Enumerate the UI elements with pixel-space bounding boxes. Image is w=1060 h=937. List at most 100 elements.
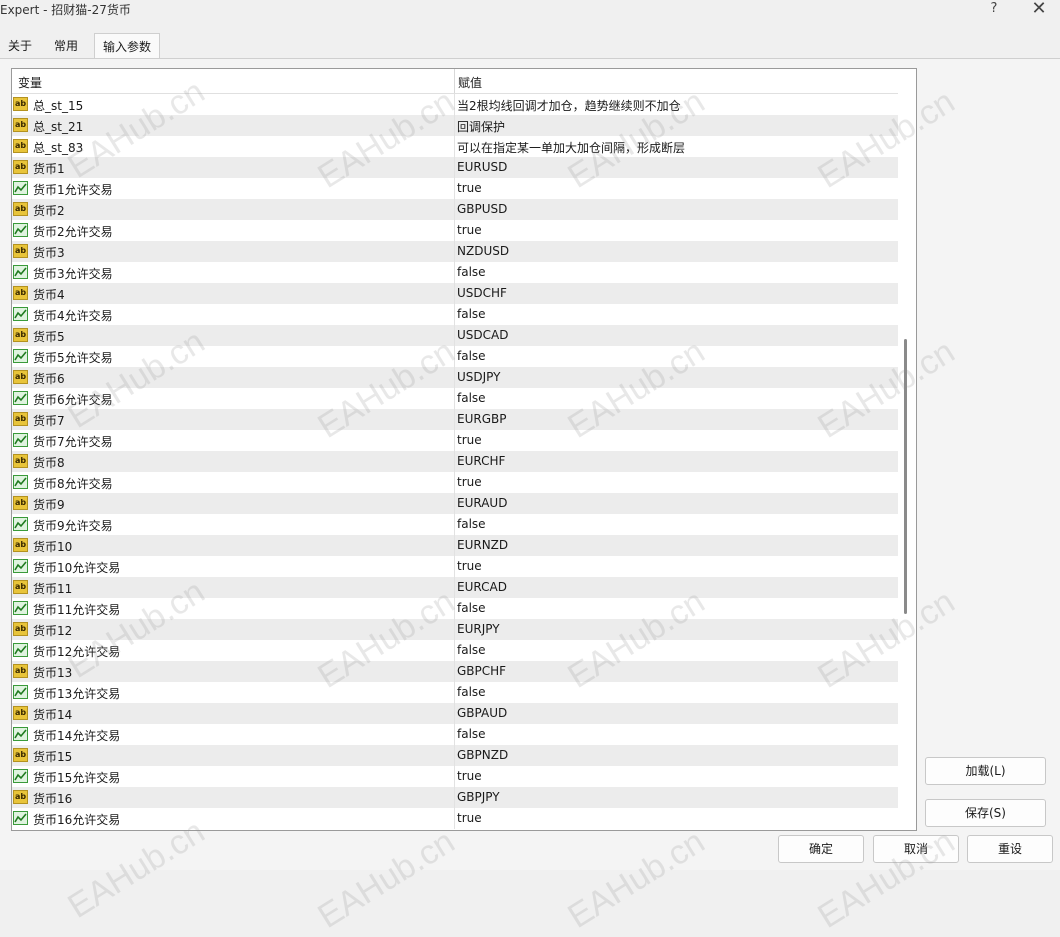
table-row[interactable]: ab 货币5 USDCAD	[12, 325, 898, 346]
ok-button[interactable]: 确定	[778, 835, 864, 863]
close-button[interactable]: ✕	[1025, 0, 1053, 20]
value-cell[interactable]: true	[457, 433, 482, 447]
table-row[interactable]: 货币6允许交易 false	[12, 388, 898, 409]
column-divider[interactable]	[454, 69, 455, 93]
tab-common[interactable]: 常用	[46, 33, 86, 58]
cell-divider	[454, 94, 455, 115]
table-row[interactable]: ab 货币11 EURCAD	[12, 577, 898, 598]
value-cell[interactable]: 可以在指定某一单加大加仓间隔，形成断层	[457, 139, 685, 156]
table-row[interactable]: 货币11允许交易 false	[12, 598, 898, 619]
column-header-value[interactable]: 赋值	[458, 74, 482, 91]
table-row[interactable]: ab 货币4 USDCHF	[12, 283, 898, 304]
ab-string-icon: ab	[13, 664, 28, 678]
table-row[interactable]: 货币9允许交易 false	[12, 514, 898, 535]
cell-divider	[454, 220, 455, 241]
table-row[interactable]: 货币10允许交易 true	[12, 556, 898, 577]
value-cell[interactable]: true	[457, 181, 482, 195]
table-row[interactable]: ab 总_st_15 当2根均线回调才加仓，趋势继续则不加仓	[12, 94, 898, 115]
table-row[interactable]: ab 货币10 EURNZD	[12, 535, 898, 556]
table-row[interactable]: ab 总_st_21 回调保护	[12, 115, 898, 136]
value-cell[interactable]: false	[457, 685, 486, 699]
table-row[interactable]: ab 货币6 USDJPY	[12, 367, 898, 388]
value-cell[interactable]: USDJPY	[457, 370, 500, 384]
scroll-thumb[interactable]	[904, 339, 907, 614]
value-cell[interactable]: true	[457, 223, 482, 237]
table-row[interactable]: 货币14允许交易 false	[12, 724, 898, 745]
help-button[interactable]: ?	[980, 0, 1008, 20]
table-row[interactable]: 货币12允许交易 false	[12, 640, 898, 661]
table-row[interactable]: 货币8允许交易 true	[12, 472, 898, 493]
cell-divider	[454, 178, 455, 199]
value-cell[interactable]: 当2根均线回调才加仓，趋势继续则不加仓	[457, 97, 681, 114]
table-row[interactable]: 货币16允许交易 true	[12, 808, 898, 829]
table-row[interactable]: ab 货币14 GBPAUD	[12, 703, 898, 724]
value-cell[interactable]: GBPNZD	[457, 748, 508, 762]
variable-name: 货币2	[33, 204, 65, 218]
cell-divider	[454, 577, 455, 598]
variable-name: 货币1	[33, 162, 65, 176]
table-row[interactable]: 货币15允许交易 true	[12, 766, 898, 787]
table-row[interactable]: ab 货币12 EURJPY	[12, 619, 898, 640]
table-row[interactable]: ab 总_st_83 可以在指定某一单加大加仓间隔，形成断层	[12, 136, 898, 157]
value-cell[interactable]: true	[457, 475, 482, 489]
tab-about[interactable]: 关于	[0, 33, 40, 58]
value-cell[interactable]: false	[457, 307, 486, 321]
value-cell[interactable]: GBPAUD	[457, 706, 507, 720]
table-row[interactable]: ab 货币16 GBPJPY	[12, 787, 898, 808]
variable-name: 货币15	[33, 750, 73, 764]
value-cell[interactable]: USDCAD	[457, 328, 508, 342]
table-row[interactable]: ab 货币9 EURAUD	[12, 493, 898, 514]
value-cell[interactable]: false	[457, 643, 486, 657]
value-cell[interactable]: false	[457, 727, 486, 741]
table-row[interactable]: ab 货币1 EURUSD	[12, 157, 898, 178]
value-cell[interactable]: true	[457, 769, 482, 783]
value-cell[interactable]: EURUSD	[457, 160, 507, 174]
value-cell[interactable]: EURNZD	[457, 538, 508, 552]
cell-divider	[454, 388, 455, 409]
table-row[interactable]: ab 货币2 GBPUSD	[12, 199, 898, 220]
value-cell[interactable]: false	[457, 265, 486, 279]
reset-button[interactable]: 重设	[967, 835, 1053, 863]
vertical-scrollbar[interactable]	[898, 69, 915, 830]
table-row[interactable]: ab 货币8 EURCHF	[12, 451, 898, 472]
table-row[interactable]: 货币2允许交易 true	[12, 220, 898, 241]
tab-inputs[interactable]: 输入参数	[94, 33, 161, 59]
cell-divider	[454, 199, 455, 220]
table-row[interactable]: 货币7允许交易 true	[12, 430, 898, 451]
table-row[interactable]: ab 货币3 NZDUSD	[12, 241, 898, 262]
value-cell[interactable]: NZDUSD	[457, 244, 509, 258]
value-cell[interactable]: EURCAD	[457, 580, 507, 594]
value-cell[interactable]: true	[457, 811, 482, 825]
value-cell[interactable]: GBPCHF	[457, 664, 506, 678]
table-row[interactable]: 货币5允许交易 false	[12, 346, 898, 367]
table-row[interactable]: 货币13允许交易 false	[12, 682, 898, 703]
value-cell[interactable]: EURGBP	[457, 412, 506, 426]
variable-name: 总_st_83	[33, 141, 84, 155]
table-row[interactable]: ab 货币13 GBPCHF	[12, 661, 898, 682]
value-cell[interactable]: GBPJPY	[457, 790, 500, 804]
value-cell[interactable]: 回调保护	[457, 118, 505, 135]
value-cell[interactable]: false	[457, 517, 486, 531]
value-cell[interactable]: false	[457, 349, 486, 363]
value-cell[interactable]: EURJPY	[457, 622, 500, 636]
value-cell[interactable]: USDCHF	[457, 286, 507, 300]
value-cell[interactable]: true	[457, 559, 482, 573]
column-header-variable[interactable]: 变量	[18, 74, 42, 91]
load-button[interactable]: 加载(L)	[925, 757, 1046, 785]
bool-chart-icon	[13, 265, 28, 279]
bool-chart-icon	[13, 769, 28, 783]
cell-divider	[454, 346, 455, 367]
table-row[interactable]: ab 货币15 GBPNZD	[12, 745, 898, 766]
save-button[interactable]: 保存(S)	[925, 799, 1046, 827]
value-cell[interactable]: false	[457, 391, 486, 405]
value-cell[interactable]: EURCHF	[457, 454, 505, 468]
cell-divider	[454, 304, 455, 325]
cancel-button[interactable]: 取消	[873, 835, 959, 863]
table-row[interactable]: 货币1允许交易 true	[12, 178, 898, 199]
table-row[interactable]: 货币4允许交易 false	[12, 304, 898, 325]
value-cell[interactable]: EURAUD	[457, 496, 507, 510]
table-row[interactable]: ab 货币7 EURGBP	[12, 409, 898, 430]
table-row[interactable]: 货币3允许交易 false	[12, 262, 898, 283]
value-cell[interactable]: GBPUSD	[457, 202, 507, 216]
value-cell[interactable]: false	[457, 601, 486, 615]
